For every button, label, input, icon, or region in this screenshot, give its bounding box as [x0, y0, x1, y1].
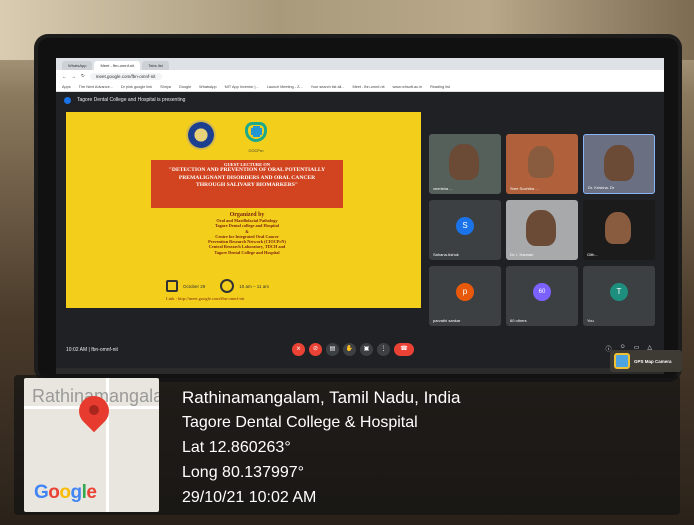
camera-app-icon	[614, 353, 630, 369]
geo-datetime: 29/10/21 10:02 AM	[182, 489, 317, 506]
more-options-icon[interactable]: ⋮	[377, 343, 390, 356]
participant-name: Sahana Ashok	[433, 252, 459, 257]
mic-off-icon[interactable]: ⨯	[292, 343, 305, 356]
control-buttons: ⨯ ⊘ ▤ ✋ ▣ ⋮ ☎	[292, 343, 414, 356]
captions-icon[interactable]: ▤	[326, 343, 339, 356]
camera-off-icon[interactable]: ⊘	[309, 343, 322, 356]
bookmark[interactable]: Reading list	[430, 85, 450, 89]
browser-tab[interactable]: WhatsApp	[62, 61, 93, 70]
gps-camera-label: GPS Map Camera	[634, 358, 672, 364]
bookmark[interactable]: Launch Meeting - Z...	[267, 85, 303, 89]
participant-tile[interactable]: S Sahana Ashok	[429, 200, 501, 260]
participant-name: veerisha ...	[433, 186, 453, 191]
participant-tile[interactable]: Sree Suchitra ...	[506, 134, 578, 194]
back-icon[interactable]: ←	[62, 74, 67, 79]
organizer-line: Tagore Dental College and Hospital	[214, 249, 280, 255]
participant-name: 60 others	[510, 318, 527, 323]
participant-tile[interactable]: Gith...	[583, 200, 655, 260]
browser-tab-active[interactable]: Meet - fbn-omnf-nit	[94, 61, 141, 70]
geo-longitude: Long 80.137997°	[182, 464, 305, 481]
participant-avatar: S	[456, 217, 474, 235]
slide-title-box: GUEST LECTURE ON "DETECTION AND PREVENTI…	[151, 160, 343, 208]
geo-latitude: Lat 12.860263°	[182, 439, 291, 456]
laptop-screen: WhatsApp Meet - fbn-omnf-nit Tabs list ←…	[56, 58, 664, 368]
participant-name: Dr. I. Kannan	[510, 252, 534, 257]
participant-tile[interactable]: veerisha ...	[429, 134, 501, 194]
ciocprn-logo: COCFrn	[241, 118, 271, 153]
bookmark[interactable]: WhatsApp	[199, 85, 217, 89]
bookmark[interactable]: Shriya	[160, 85, 171, 89]
presenter-avatar-icon	[64, 96, 71, 104]
participant-name: parvathi sankar	[433, 318, 461, 323]
title-line: "DETECTION AND PREVENTION OF ORAL POTENT…	[168, 167, 326, 173]
geotag-info: Rathinamangalam, Tamil Nadu, India Tagor…	[182, 385, 460, 510]
geo-place: Tagore Dental College & Hospital	[182, 414, 418, 431]
bookmark[interactable]: www.rchsoft.ac.in	[393, 85, 423, 89]
meeting-controls: 10:02 AM | fbn-omnf-nit ⨯ ⊘ ▤ ✋ ▣ ⋮ ☎ ⓘ …	[56, 338, 664, 362]
raise-hand-icon[interactable]: ✋	[343, 343, 356, 356]
browser-tab-strip: WhatsApp Meet - fbn-omnf-nit Tabs list	[56, 58, 664, 70]
url-field[interactable]: meet.google.com/fbn-omnf-nit	[89, 72, 162, 80]
presenting-banner: Tagore Dental College and Hospital is pr…	[56, 92, 664, 108]
participant-tile[interactable]: Dr. I. Kannan	[506, 200, 578, 260]
participant-grid: veerisha ... Sree Suchitra ... Dr. Krish…	[429, 134, 659, 334]
bookmark[interactable]: The Next Advance...	[79, 85, 113, 89]
participant-name: You	[587, 318, 594, 323]
participant-name: Dr. Krishna. Dr	[588, 185, 615, 190]
clock-icon	[220, 279, 235, 293]
bookmark[interactable]: MIT App Inventor |...	[225, 85, 259, 89]
address-bar: ← → ↻ meet.google.com/fbn-omnf-nit	[56, 70, 664, 82]
reload-icon[interactable]: ↻	[81, 73, 85, 79]
participant-avatar: p	[456, 283, 474, 301]
bookmarks-bar: Apps The Next Advance... Dr pink google …	[56, 82, 664, 92]
participant-tile[interactable]: 60 60 others	[506, 266, 578, 326]
os-taskbar	[56, 368, 664, 374]
forward-icon[interactable]: →	[72, 74, 77, 79]
map-thumbnail: Rathinamangalam Google	[24, 378, 159, 512]
organizer-block: Organized by Oral and Maxillofacial Path…	[161, 212, 333, 255]
hang-up-icon[interactable]: ☎	[394, 343, 414, 356]
college-seal-logo	[186, 120, 216, 150]
calendar-icon	[166, 280, 178, 292]
participant-avatar: T	[610, 283, 628, 301]
presentation-slide: COCFrn GUEST LECTURE ON "DETECTION AND P…	[66, 112, 421, 308]
participant-name: Sree Suchitra ...	[510, 186, 539, 191]
google-logo: Google	[34, 482, 97, 503]
presenting-text: Tagore Dental College and Hospital is pr…	[77, 97, 186, 103]
bookmark[interactable]: Google	[179, 85, 191, 89]
browser-tab[interactable]: Tabs list	[142, 61, 169, 70]
participant-tile[interactable]: Dr. Krishna. Dr	[583, 134, 655, 194]
event-date: October 29	[183, 283, 206, 289]
present-icon[interactable]: ▣	[360, 343, 373, 356]
geo-location: Rathinamangalam, Tamil Nadu, India	[182, 388, 461, 407]
bookmark[interactable]: Apps	[62, 85, 71, 89]
event-date-time: October 29 10 am – 11 am	[166, 279, 269, 293]
event-time: 10 am – 11 am	[239, 283, 269, 289]
meeting-link: Link : http://meet.google.com/fbn-omnf-n…	[166, 296, 245, 301]
title-line: PREMALIGNANT DISORDERS AND ORAL CANCER	[178, 174, 316, 181]
logo-caption: COCFrn	[248, 148, 264, 153]
bookmark[interactable]: Meet - fbn-omnf-nit	[352, 85, 384, 89]
participant-tile[interactable]: p parvathi sankar	[429, 266, 501, 326]
participant-tile[interactable]: T You	[583, 266, 655, 326]
gps-camera-badge: GPS Map Camera	[610, 350, 682, 372]
bookmark[interactable]: Your search list all...	[311, 85, 345, 89]
bookmark[interactable]: Dr pink google link	[121, 85, 152, 89]
location-pin-icon	[72, 389, 116, 438]
title-line: THROUGH SALIVARY BIOMARKERS"	[195, 182, 299, 188]
participant-name: Gith...	[587, 252, 598, 257]
participant-avatar: 60	[533, 283, 551, 301]
